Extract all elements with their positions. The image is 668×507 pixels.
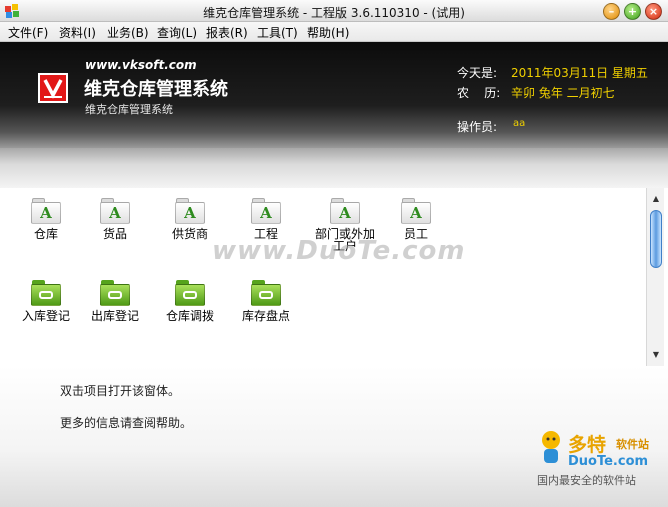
module-stock-out[interactable]: 出库登记 <box>85 280 145 322</box>
menu-bar: 文件(F) 资料(I) 业务(B) 查询(L) 报表(R) 工具(T) 帮助(H… <box>0 22 668 42</box>
help-line-1: 双击项目打开该窗体。 <box>60 384 181 398</box>
title-bar: 维克仓库管理系统 - 工程版 3.6.110310 - (试用) – + × <box>0 0 668 22</box>
module-warehouse[interactable]: A 仓库 <box>16 198 76 240</box>
folder-green-icon <box>175 280 205 306</box>
scroll-thumb[interactable] <box>650 210 662 268</box>
watermark-tagline: 国内最安全的软件站 <box>537 474 636 487</box>
folder-green-icon <box>100 280 130 306</box>
module-inventory-check[interactable]: 库存盘点 <box>236 280 296 322</box>
folder-green-icon <box>251 280 281 306</box>
vertical-scrollbar[interactable]: ▲ ▼ <box>646 188 664 366</box>
site-url: www.vksoft.com <box>85 58 197 72</box>
today-label: 今天是: <box>457 66 498 80</box>
scroll-up-icon[interactable]: ▲ <box>649 192 663 206</box>
menu-report[interactable]: 报表(R) <box>206 24 248 41</box>
menu-tools[interactable]: 工具(T) <box>257 24 298 41</box>
operator-value: aa <box>513 118 526 129</box>
menu-help[interactable]: 帮助(H) <box>307 24 349 41</box>
scroll-down-icon[interactable]: ▼ <box>649 348 663 362</box>
app-subtitle: 维克仓库管理系统 <box>85 103 173 116</box>
operator-label: 操作员: <box>457 120 498 134</box>
folder-a-icon: A <box>175 198 205 224</box>
module-transfer[interactable]: 仓库调拨 <box>160 280 220 322</box>
watermark-site: DuoTe.com <box>568 454 649 469</box>
help-line-2: 更多的信息请查阅帮助。 <box>60 416 193 430</box>
maximize-button[interactable]: + <box>624 3 641 20</box>
mascot-icon <box>542 431 560 463</box>
module-panel: A 仓库 A 货品 A 供货商 A 工程 A 部门或外加工户 A 员工 入库登记… <box>0 188 646 366</box>
watermark-center: www.DuoTe.com <box>212 236 466 266</box>
window-title: 维克仓库管理系统 - 工程版 3.6.110310 - (试用) <box>203 6 465 20</box>
module-stock-in[interactable]: 入库登记 <box>16 280 76 322</box>
folder-a-icon: A <box>31 198 61 224</box>
watermark-brand-sub: 软件站 <box>616 438 649 451</box>
header-gradient-band <box>0 148 668 188</box>
module-staff[interactable]: A 员工 <box>386 198 446 240</box>
module-project[interactable]: A 工程 <box>236 198 296 240</box>
minimize-button[interactable]: – <box>603 3 620 20</box>
folder-a-icon: A <box>100 198 130 224</box>
module-goods[interactable]: A 货品 <box>85 198 145 240</box>
watermark-brand: 多特 <box>568 434 607 456</box>
lunar-value: 辛卯 兔年 二月初七 <box>511 86 615 100</box>
module-supplier[interactable]: A 供货商 <box>160 198 220 240</box>
folder-a-icon: A <box>251 198 281 224</box>
folder-a-icon: A <box>401 198 431 224</box>
lunar-label: 农 历: <box>457 86 501 100</box>
menu-business[interactable]: 业务(B) <box>107 24 149 41</box>
close-button[interactable]: × <box>645 3 662 20</box>
menu-file[interactable]: 文件(F) <box>8 24 48 41</box>
folder-a-icon: A <box>330 198 360 224</box>
app-title: 维克仓库管理系统 <box>84 79 228 100</box>
menu-data[interactable]: 资料(I) <box>59 24 96 41</box>
menu-query[interactable]: 查询(L) <box>157 24 197 41</box>
header-banner: www.vksoft.com 维克仓库管理系统 维克仓库管理系统 今天是: 20… <box>0 42 668 148</box>
today-value: 2011年03月11日 星期五 <box>511 66 648 80</box>
folder-green-icon <box>31 280 61 306</box>
logo-icon <box>38 73 68 103</box>
